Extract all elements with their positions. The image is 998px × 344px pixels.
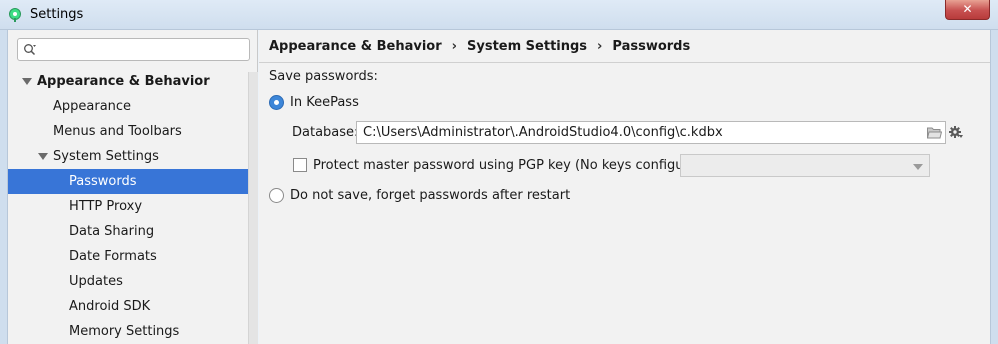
- database-path-field[interactable]: C:\Users\Administrator\.AndroidStudio4.0…: [356, 121, 946, 144]
- header-divider: [259, 62, 990, 63]
- sidebar-item-label: Date Formats: [69, 249, 157, 264]
- sidebar-item-menus-toolbars[interactable]: Menus and Toolbars: [8, 119, 258, 144]
- sidebar-item-label: Appearance: [53, 99, 132, 114]
- sidebar-item-appearance-behavior[interactable]: Appearance & Behavior: [8, 69, 258, 94]
- sidebar-item-label: System Settings: [53, 149, 159, 164]
- settings-content: Appearance & Behavior › System Settings › Pa…: [259, 30, 990, 344]
- keepass-radio[interactable]: [269, 95, 284, 110]
- android-studio-icon: [9, 8, 21, 22]
- sidebar-item-memory-settings[interactable]: Memory Settings: [8, 319, 258, 344]
- keepass-radio-label[interactable]: In KeePass: [290, 95, 359, 110]
- sidebar-item-http-proxy[interactable]: HTTP Proxy: [8, 194, 258, 219]
- gear-icon[interactable]: [949, 125, 963, 139]
- pgp-checkbox[interactable]: [293, 158, 307, 172]
- window-frame-right: [990, 30, 998, 344]
- sidebar-item-label: Updates: [69, 274, 123, 289]
- search-box[interactable]: [17, 38, 250, 61]
- sidebar-scrollbar[interactable]: [248, 72, 258, 344]
- search-icon: [24, 44, 36, 56]
- sidebar-item-label: Memory Settings: [69, 324, 180, 339]
- sidebar-item-system-settings[interactable]: System Settings: [8, 144, 258, 169]
- do-not-save-radio[interactable]: [269, 188, 284, 203]
- breadcrumb-separator: ›: [451, 39, 457, 54]
- sidebar-item-label: HTTP Proxy: [69, 199, 143, 214]
- sidebar-item-date-formats[interactable]: Date Formats: [8, 244, 258, 269]
- sidebar-item-appearance[interactable]: Appearance: [8, 94, 258, 119]
- save-passwords-label: Save passwords:: [269, 69, 378, 84]
- database-label: Database:: [292, 125, 359, 140]
- breadcrumb: Appearance & Behavior › System Settings › Pa…: [269, 39, 690, 54]
- sidebar-item-label: Appearance & Behavior: [37, 74, 210, 89]
- window-frame-left: [0, 30, 8, 344]
- sidebar-item-updates[interactable]: Updates: [8, 269, 258, 294]
- sidebar-item-data-sharing[interactable]: Data Sharing: [8, 219, 258, 244]
- close-button[interactable]: ✕: [945, 0, 990, 20]
- sidebar-item-label: Passwords: [69, 174, 137, 189]
- sidebar-item-label: Data Sharing: [69, 224, 155, 239]
- pgp-checkbox-label[interactable]: Protect master password using PGP key (N…: [313, 158, 710, 173]
- sidebar-item-label: Android SDK: [69, 299, 151, 314]
- search-input[interactable]: [40, 41, 245, 58]
- expand-arrow-icon[interactable]: [22, 78, 32, 85]
- title-bar: Settings ✕: [0, 0, 998, 30]
- do-not-save-radio-label[interactable]: Do not save, forget passwords after rest…: [290, 188, 570, 203]
- chevron-down-icon: [913, 164, 923, 170]
- breadcrumb-item[interactable]: Appearance & Behavior: [269, 39, 442, 54]
- expand-arrow-icon[interactable]: [38, 153, 48, 160]
- sidebar-item-android-sdk[interactable]: Android SDK: [8, 294, 258, 319]
- breadcrumb-item: Passwords: [612, 39, 691, 54]
- pgp-key-select[interactable]: [680, 154, 930, 177]
- sidebar-item-label: Menus and Toolbars: [53, 124, 182, 139]
- breadcrumb-item[interactable]: System Settings: [467, 39, 587, 54]
- folder-icon[interactable]: [927, 126, 942, 139]
- settings-sidebar: Appearance & Behavior Appearance Menus a…: [8, 30, 258, 344]
- sidebar-item-passwords[interactable]: Passwords: [8, 169, 258, 194]
- breadcrumb-separator: ›: [597, 39, 603, 54]
- window-title: Settings: [30, 7, 84, 22]
